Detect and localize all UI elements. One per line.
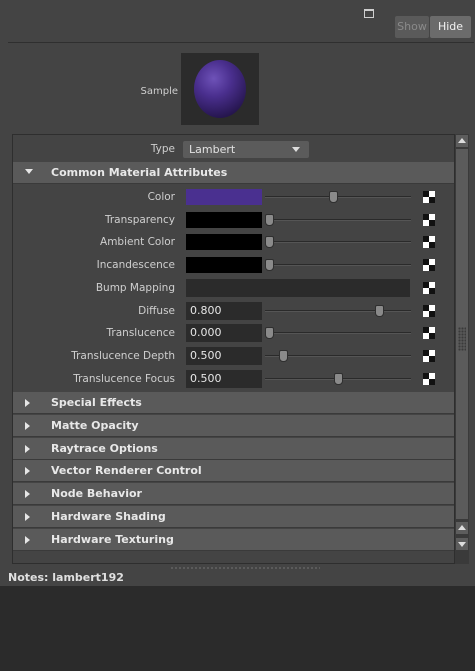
slider-track[interactable]	[265, 241, 411, 244]
triangle-down-icon	[25, 169, 33, 174]
vertical-scrollbar[interactable]	[455, 134, 469, 564]
type-dropdown[interactable]: Lambert	[183, 141, 309, 158]
attribute-label: Bump Mapping	[95, 281, 175, 294]
attribute-row: Bump Mapping	[13, 277, 454, 299]
section-title: Special Effects	[51, 396, 142, 409]
attribute-row: Diffuse 0.800	[13, 300, 454, 322]
sample-swatch[interactable]	[181, 53, 259, 125]
section-title: Hardware Shading	[51, 510, 166, 523]
triangle-right-icon	[25, 467, 30, 476]
slider-thumb[interactable]	[278, 349, 288, 362]
color-swatch[interactable]	[186, 234, 262, 251]
attribute-row: Color	[13, 186, 454, 208]
attribute-label: Translucence	[106, 327, 175, 340]
triangle-right-icon	[25, 444, 30, 453]
slider-thumb[interactable]	[265, 236, 274, 249]
value-field[interactable]: 0.500	[186, 369, 262, 388]
resize-handle[interactable]	[170, 566, 320, 570]
section-common-material-attributes[interactable]: Common Material Attributes	[13, 162, 454, 184]
attribute-row: Incandescence	[13, 254, 454, 276]
slider-track[interactable]	[265, 218, 411, 221]
attribute-label: Ambient Color	[100, 236, 175, 249]
checker-map-icon[interactable]	[423, 259, 435, 272]
scroll-down-icon[interactable]	[456, 538, 468, 550]
grip-icon	[458, 327, 466, 351]
checker-map-icon[interactable]	[423, 327, 435, 340]
section-header[interactable]: Vector Renderer Control	[13, 460, 454, 483]
checker-map-icon[interactable]	[423, 304, 435, 317]
notes-label: Notes: lambert192	[8, 571, 124, 584]
value-field[interactable]: 0.000	[186, 324, 262, 343]
color-swatch[interactable]	[186, 257, 262, 274]
triangle-right-icon	[25, 513, 30, 521]
color-swatch[interactable]	[186, 189, 262, 205]
section-title: Matte Opacity	[51, 418, 139, 432]
color-swatch[interactable]	[186, 211, 262, 228]
slider-thumb[interactable]	[265, 213, 274, 226]
top-bar: Show Hide	[0, 0, 475, 42]
slider-thumb[interactable]	[333, 372, 343, 385]
slider-track[interactable]	[265, 264, 411, 267]
sample-sphere	[194, 60, 246, 118]
section-title: Raytrace Options	[51, 441, 158, 455]
notes-textarea[interactable]	[0, 586, 475, 671]
attribute-row: Translucence Depth 0.500	[13, 345, 454, 367]
value-field[interactable]: 0.500	[186, 346, 262, 365]
checker-map-icon[interactable]	[423, 372, 435, 385]
triangle-right-icon	[25, 490, 30, 499]
bump-map-field[interactable]	[186, 278, 410, 297]
scroll-thumb[interactable]	[456, 149, 468, 519]
attribute-row: Translucence Focus 0.500	[13, 368, 454, 390]
section-header[interactable]: Hardware Shading	[13, 506, 454, 528]
attribute-label: Translucence Focus	[73, 372, 175, 385]
slider-track[interactable]	[265, 309, 411, 312]
chevron-down-icon	[287, 144, 305, 155]
sample-area: Sample	[8, 42, 474, 130]
slider-thumb[interactable]	[374, 304, 384, 317]
sample-label: Sample	[140, 86, 179, 97]
section-title: Vector Renderer Control	[51, 464, 202, 478]
attribute-row: Translucence 0.000	[13, 322, 454, 344]
attribute-label: Transparency	[104, 213, 175, 226]
attribute-row: Ambient Color	[13, 231, 454, 253]
section-header[interactable]: Node Behavior	[13, 483, 454, 506]
checker-map-icon[interactable]	[423, 236, 435, 249]
type-label: Type	[150, 143, 175, 155]
show-button[interactable]: Show	[395, 16, 429, 38]
attribute-label: Translucence Depth	[71, 349, 175, 362]
hide-button[interactable]: Hide	[430, 16, 471, 38]
checker-map-icon[interactable]	[423, 349, 435, 362]
checker-map-icon[interactable]	[423, 191, 435, 203]
popout-icon[interactable]	[364, 9, 374, 18]
section-title: Node Behavior	[51, 487, 142, 501]
triangle-right-icon	[25, 535, 30, 544]
section-header[interactable]: Matte Opacity	[13, 414, 454, 437]
type-row: Type Lambert	[13, 138, 454, 160]
section-title: Common Material Attributes	[51, 166, 228, 179]
slider-thumb[interactable]	[265, 259, 274, 272]
section-title: Hardware Texturing	[51, 532, 174, 546]
attribute-label: Incandescence	[96, 259, 175, 272]
triangle-right-icon	[25, 399, 30, 407]
value-field[interactable]: 0.800	[186, 301, 262, 320]
type-value: Lambert	[189, 143, 236, 156]
section-header[interactable]: Hardware Texturing	[13, 528, 454, 551]
slider-thumb[interactable]	[265, 327, 274, 340]
attribute-panel: Type Lambert Common Material Attributes …	[12, 134, 455, 564]
slider-thumb[interactable]	[329, 191, 339, 203]
section-header[interactable]: Special Effects	[13, 392, 454, 414]
attribute-label: Diffuse	[138, 304, 175, 317]
attribute-label: Color	[147, 191, 175, 203]
attribute-row: Transparency	[13, 209, 454, 231]
scroll-up-icon[interactable]	[456, 522, 468, 534]
checker-map-icon[interactable]	[423, 281, 435, 294]
slider-track[interactable]	[265, 332, 411, 335]
section-header[interactable]: Raytrace Options	[13, 437, 454, 460]
triangle-right-icon	[25, 421, 30, 430]
checker-map-icon[interactable]	[423, 213, 435, 226]
scroll-up-icon[interactable]	[456, 135, 468, 147]
